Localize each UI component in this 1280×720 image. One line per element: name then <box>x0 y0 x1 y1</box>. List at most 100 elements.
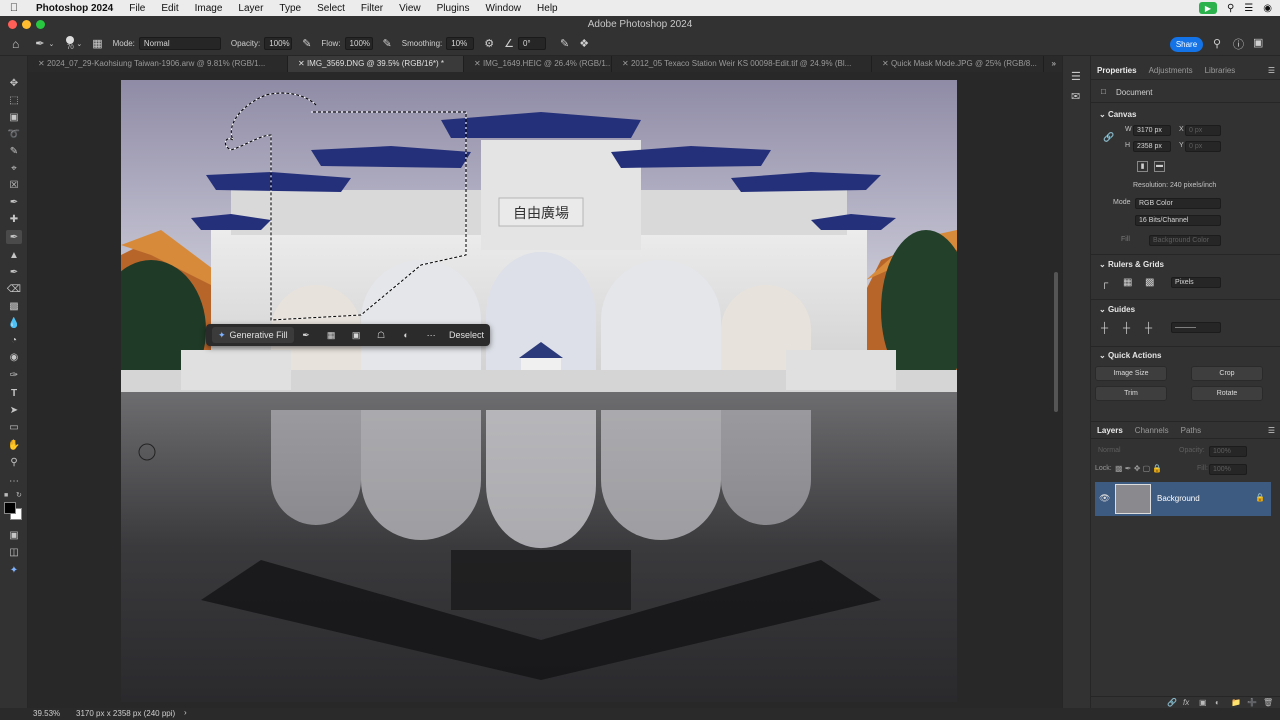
trim-button[interactable]: Trim <box>1095 386 1167 401</box>
adjustment-layer-icon[interactable]: ◐ <box>1215 698 1220 707</box>
opacity-field[interactable]: 100% <box>264 37 293 50</box>
menu-layer[interactable]: Layer <box>230 3 271 14</box>
menu-select[interactable]: Select <box>309 3 353 14</box>
pen-tool-icon[interactable]: ✑ <box>6 368 22 382</box>
tab-layers[interactable]: Layers <box>1091 426 1129 435</box>
panel-menu-icon[interactable]: ☰ <box>1268 66 1280 75</box>
rotate-button[interactable]: Rotate <box>1191 386 1263 401</box>
layer-fill-field[interactable]: 100% <box>1209 464 1247 475</box>
grid-icon[interactable]: ▦ <box>1123 277 1132 288</box>
tab-adjustments[interactable]: Adjustments <box>1143 66 1199 75</box>
menu-filter[interactable]: Filter <box>353 3 391 14</box>
add-mask-icon[interactable]: ▣ <box>1199 698 1207 707</box>
chevron-down-icon[interactable]: ⌄ <box>48 40 54 48</box>
dodge-tool-icon[interactable]: ◔ <box>6 333 22 347</box>
healing-brush-tool-icon[interactable]: ✚ <box>6 212 22 226</box>
new-group-icon[interactable]: 📁 <box>1231 698 1241 707</box>
control-center-icon[interactable]: ☰ <box>1244 3 1253 14</box>
tab-document-active[interactable]: ✕ IMG_3569.DNG @ 39.5% (RGB/16*) * <box>288 56 464 72</box>
vertical-scrollbar[interactable] <box>1054 272 1058 412</box>
zoom-window-button[interactable] <box>36 20 45 29</box>
generative-fill-button[interactable]: ✦ Generative Fill <box>212 327 294 343</box>
fill-select[interactable]: Background Color <box>1149 235 1221 246</box>
menu-image[interactable]: Image <box>187 3 231 14</box>
help-icon[interactable]: ⓘ <box>1233 36 1244 52</box>
canvas-area[interactable]: 自由廣場 <box>28 72 1062 714</box>
history-brush-tool-icon[interactable]: ✒ <box>6 265 22 279</box>
brush-tool-icon[interactable]: ✒ <box>35 37 44 50</box>
workspace-icon[interactable]: ▣ <box>1253 36 1263 49</box>
eye-icon[interactable]: 👁 <box>1099 493 1110 504</box>
canvas-width-field[interactable]: 3170 px <box>1133 125 1171 136</box>
document-image[interactable]: 自由廣場 <box>121 80 957 702</box>
bit-depth-select[interactable]: 16 Bits/Channel <box>1135 215 1221 226</box>
chevron-right-icon[interactable]: › <box>184 708 187 717</box>
fill-selection-icon[interactable]: ☖ <box>369 330 394 341</box>
path-selection-tool-icon[interactable]: ➤ <box>6 403 22 417</box>
document-info[interactable]: 3170 px x 2358 px (240 ppi) <box>76 709 175 718</box>
minimize-window-button[interactable] <box>22 20 31 29</box>
delete-layer-icon[interactable]: 🗑 <box>1263 698 1273 707</box>
link-layers-icon[interactable]: 🔗 <box>1167 698 1177 707</box>
chevron-down-icon[interactable]: ⌄ <box>76 40 82 48</box>
brush-settings-icon[interactable]: ▦ <box>92 37 102 50</box>
swap-colors-icon[interactable]: ↻ <box>16 491 22 499</box>
canvas-height-field[interactable]: 2358 px <box>1133 141 1171 152</box>
hand-tool-icon[interactable]: ✋ <box>6 438 22 452</box>
facetime-icon[interactable]: ▶ <box>1198 2 1217 14</box>
menu-app-name[interactable]: Photoshop 2024 <box>28 3 121 14</box>
modify-selection-icon[interactable]: ✒ <box>294 330 319 341</box>
share-button[interactable]: Share <box>1170 37 1203 52</box>
symmetry-icon[interactable]: ❖ <box>579 37 589 50</box>
tab-document[interactable]: ✕ 2012_05 Texaco Station Weir KS 00098-E… <box>612 56 872 72</box>
pressure-size-icon[interactable]: ✎ <box>560 37 569 50</box>
quick-selection-tool-icon[interactable]: ✎ <box>6 144 22 158</box>
mask-icon[interactable]: ▣ <box>344 330 369 341</box>
mode-select[interactable]: Normal <box>138 37 221 50</box>
quick-mask-icon[interactable]: ▣ <box>6 528 22 542</box>
pressure-opacity-icon[interactable]: ✎ <box>302 37 311 50</box>
tab-paths[interactable]: Paths <box>1175 426 1207 435</box>
tab-properties[interactable]: Properties <box>1091 66 1143 75</box>
menu-edit[interactable]: Edit <box>153 3 186 14</box>
brush-tool-icon[interactable]: ✒ <box>6 230 22 244</box>
smudge-tool-icon[interactable]: ◉ <box>6 350 22 364</box>
deselect-button[interactable]: Deselect <box>449 330 484 340</box>
menu-view[interactable]: View <box>391 3 429 14</box>
color-mode-select[interactable]: RGB Color <box>1135 198 1221 209</box>
comments-icon[interactable]: ✉ <box>1071 90 1080 103</box>
flow-field[interactable]: 100% <box>344 37 373 50</box>
quick-actions-section-header[interactable]: ⌄ Quick Actions <box>1099 351 1161 360</box>
menu-plugins[interactable]: Plugins <box>429 3 478 14</box>
new-layer-icon[interactable]: ➕ <box>1247 698 1257 707</box>
image-size-button[interactable]: Image Size <box>1095 366 1167 381</box>
guide-style-select[interactable]: ――― <box>1171 322 1221 333</box>
crop-tool-icon[interactable]: ⌖ <box>6 161 22 175</box>
tabs-overflow-icon[interactable]: » <box>1046 56 1062 72</box>
guide-layout-icon[interactable]: ┼ <box>1145 323 1152 334</box>
move-tool-icon[interactable]: ✥ <box>6 76 22 90</box>
adjustment-icon[interactable]: ◐ <box>394 330 419 340</box>
zoom-level[interactable]: 39.53% <box>33 709 60 718</box>
rulers-grids-section-header[interactable]: ⌄ Rulers & Grids <box>1099 260 1164 269</box>
new-guide-icon[interactable]: ┼ <box>1123 323 1130 334</box>
eraser-tool-icon[interactable]: ⌫ <box>6 282 22 296</box>
search-icon[interactable]: ⚲ <box>1227 3 1234 14</box>
link-icon[interactable]: 🔗 <box>1103 132 1114 143</box>
layer-opacity-field[interactable]: 100% <box>1209 446 1247 457</box>
frame-tool-icon[interactable]: ☒ <box>6 178 22 192</box>
pixel-grid-icon[interactable]: ▩ <box>1145 277 1154 288</box>
rectangle-tool-icon[interactable]: ▭ <box>6 420 22 434</box>
canvas-x-field[interactable]: 0 px <box>1185 125 1221 136</box>
menu-file[interactable]: File <box>121 3 153 14</box>
close-window-button[interactable] <box>8 20 17 29</box>
ruler-units-select[interactable]: Pixels <box>1171 277 1221 288</box>
tab-document[interactable]: ✕ 2024_07_29-Kaohsiung Taiwan-1906.arw @… <box>28 56 288 72</box>
marquee-tool-icon[interactable]: ⬚ <box>6 93 22 107</box>
history-icon[interactable]: ☰ <box>1071 70 1081 83</box>
blur-tool-icon[interactable]: 💧 <box>6 316 22 330</box>
lock-icons[interactable]: ▩ ✒ ✥ ▢ 🔒 <box>1115 464 1162 473</box>
layer-blend-mode-select[interactable]: Normal <box>1095 446 1175 457</box>
angle-field[interactable]: 0° <box>517 37 546 50</box>
tab-document[interactable]: ✕ IMG_1649.HEIC @ 26.4% (RGB/1... <box>464 56 612 72</box>
